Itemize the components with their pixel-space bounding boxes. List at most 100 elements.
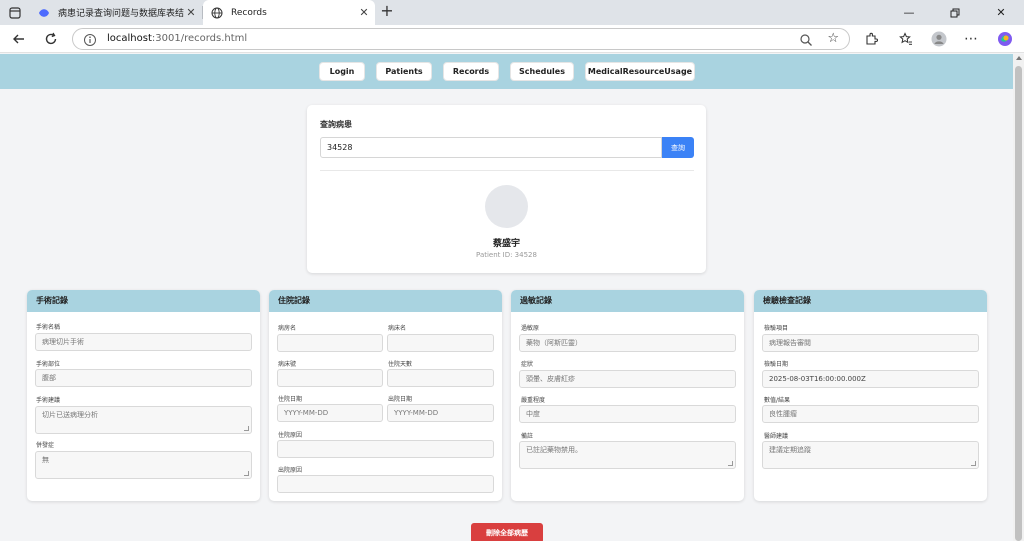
nav-login-button[interactable]: Login <box>319 62 365 81</box>
patient-avatar <box>485 185 528 228</box>
more-menu-icon[interactable]: ⋯ <box>962 30 980 48</box>
ward-field[interactable] <box>277 334 383 352</box>
lab-record-card: 檢驗檢查記錄 檢驗項目 病理報告審閱 檢驗日期 2025-08-03T16:00… <box>754 290 987 501</box>
scrollbar-thumb[interactable] <box>1015 66 1022 541</box>
discharge-date-field[interactable]: YYYY-MM-DD <box>387 404 494 422</box>
query-title: 查詢病患 <box>320 120 352 129</box>
favorites-icon[interactable] <box>897 30 915 48</box>
close-tab-icon[interactable]: ✕ <box>184 6 198 19</box>
admit-reason-field[interactable] <box>277 440 494 458</box>
tab-actions-icon[interactable] <box>8 5 22 19</box>
discharge-reason-label: 出院原因 <box>278 467 303 474</box>
surgery-advice-text: 切片已送病理分析 <box>42 411 98 419</box>
surgery-name-label: 手術名稱 <box>36 324 61 331</box>
profile-avatar-icon[interactable] <box>930 30 948 48</box>
surgery-site-field[interactable]: 腹部 <box>35 369 252 387</box>
new-tab-icon[interactable]: + <box>378 3 396 21</box>
page-viewport: Login Patients Records Schedules Medical… <box>0 54 1013 541</box>
surgery-site-label: 手術部位 <box>36 361 61 368</box>
ai-chat-icon <box>38 7 50 19</box>
discharge-date-label: 出院日期 <box>388 396 413 403</box>
hospitalization-card-header: 住院記錄 <box>269 290 502 312</box>
doctor-advice-textarea[interactable]: 建議定期追蹤 <box>762 441 979 469</box>
note-textarea[interactable]: 已註記藥物禁用。 <box>519 441 736 469</box>
scroll-up-arrow-icon[interactable] <box>1016 56 1022 60</box>
url-text: localhost:3001/records.html <box>107 33 248 44</box>
nav-medical-resource-usage-button[interactable]: MedicalResourceUsage <box>585 62 695 81</box>
favorite-star-icon[interactable]: ☆ <box>827 31 839 46</box>
lab-result-field[interactable]: 良性腫瘤 <box>762 405 979 423</box>
complication-label: 併發症 <box>36 442 55 449</box>
hospitalization-record-card: 住院記錄 病房名 病床名 病床號 住院天數 住院日期 YYYY-MM-DD 出院… <box>269 290 502 501</box>
patient-id-input[interactable]: 34528 <box>320 137 662 158</box>
browser-tab-bar: 病患记录查询问题与数据库表结构 ✕ Records ✕ + — ✕ <box>0 0 1024 25</box>
refresh-icon[interactable] <box>42 30 60 48</box>
close-tab-icon[interactable]: ✕ <box>357 6 371 19</box>
tab-title: Records <box>231 7 267 18</box>
bed-name-field[interactable] <box>387 334 494 352</box>
surgery-advice-textarea[interactable]: 切片已送病理分析 <box>35 406 252 434</box>
browser-tab-inactive[interactable]: 病患记录查询问题与数据库表结构 ✕ <box>30 0 202 25</box>
nav-schedules-button[interactable]: Schedules <box>510 62 574 81</box>
lab-item-field[interactable]: 病理報告審閱 <box>762 334 979 352</box>
globe-icon <box>211 7 223 19</box>
patient-query-card: 查詢病患 34528 查詢 蔡盛宇 Patient ID: 34528 <box>307 105 706 273</box>
surgery-record-card: 手術記錄 手術名稱 病理切片手術 手術部位 腹部 手術建議 切片已送病理分析 併… <box>27 290 260 501</box>
close-window-icon[interactable]: ✕ <box>978 0 1024 25</box>
ward-label: 病房名 <box>278 325 297 332</box>
nav-patients-button[interactable]: Patients <box>376 62 432 81</box>
resize-handle-icon[interactable] <box>244 426 249 431</box>
copilot-icon[interactable] <box>996 30 1014 48</box>
divider <box>320 170 694 171</box>
address-bar[interactable]: localhost:3001/records.html ☆ <box>72 28 850 50</box>
doctor-advice-text: 建議定期追蹤 <box>769 446 811 454</box>
discharge-reason-field[interactable] <box>277 475 494 493</box>
allergen-field[interactable]: 藥物（阿斯匹靈） <box>519 334 736 352</box>
restore-icon[interactable] <box>932 0 978 25</box>
minimize-icon[interactable]: — <box>886 0 932 25</box>
surgery-name-field[interactable]: 病理切片手術 <box>35 333 252 351</box>
admit-date-label: 住院日期 <box>278 396 303 403</box>
doctor-advice-label: 醫師建議 <box>764 433 789 440</box>
symptom-label: 症狀 <box>521 361 534 368</box>
lab-date-field[interactable]: 2025-08-03T16:00:00.000Z <box>762 370 979 388</box>
delete-all-records-button[interactable]: 刪除全部病歷 <box>471 523 543 541</box>
extensions-icon[interactable] <box>862 30 880 48</box>
stay-days-field[interactable] <box>387 369 494 387</box>
lab-result-label: 數值/結果 <box>764 397 791 404</box>
allergy-card-header: 過敏記錄 <box>511 290 744 312</box>
lab-card-header: 檢驗檢查記錄 <box>754 290 987 312</box>
bed-name-label: 病床名 <box>388 325 407 332</box>
severity-label: 嚴重程度 <box>521 397 546 404</box>
complication-textarea[interactable]: 無 <box>35 451 252 479</box>
admit-reason-label: 住院原因 <box>278 432 303 439</box>
patient-name: 蔡盛宇 <box>492 239 520 249</box>
lab-date-label: 檢驗日期 <box>764 361 789 368</box>
lab-item-label: 檢驗項目 <box>764 325 789 332</box>
back-arrow-icon[interactable] <box>10 30 28 48</box>
zoom-icon[interactable] <box>799 32 813 46</box>
note-label: 備註 <box>521 433 534 440</box>
resize-handle-icon[interactable] <box>244 471 249 476</box>
tab-title: 病患记录查询问题与数据库表结构 <box>58 9 184 19</box>
resize-handle-icon[interactable] <box>728 461 733 466</box>
stay-days-label: 住院天數 <box>388 361 413 368</box>
nav-records-button[interactable]: Records <box>443 62 499 81</box>
allergen-label: 過敏原 <box>521 325 540 332</box>
surgery-card-header: 手術記錄 <box>27 290 260 312</box>
surgery-advice-label: 手術建議 <box>36 397 61 404</box>
resize-handle-icon[interactable] <box>971 461 976 466</box>
allergy-record-card: 過敏記錄 過敏原 藥物（阿斯匹靈） 症狀 頭暈、皮膚紅疹 嚴重程度 中度 備註 … <box>511 290 744 501</box>
complication-text: 無 <box>42 456 49 464</box>
browser-toolbar: localhost:3001/records.html ☆ ⋯ <box>0 25 1024 53</box>
bed-no-field[interactable] <box>277 369 383 387</box>
query-button[interactable]: 查詢 <box>662 137 694 158</box>
browser-tab-active[interactable]: Records ✕ <box>203 0 375 25</box>
admit-date-field[interactable]: YYYY-MM-DD <box>277 404 383 422</box>
site-info-icon[interactable] <box>83 32 97 46</box>
note-text: 已註記藥物禁用。 <box>526 446 582 454</box>
patient-id-text: Patient ID: 34528 <box>476 251 537 259</box>
page-scrollbar[interactable] <box>1013 54 1024 541</box>
severity-field[interactable]: 中度 <box>519 405 736 423</box>
symptom-field[interactable]: 頭暈、皮膚紅疹 <box>519 370 736 388</box>
